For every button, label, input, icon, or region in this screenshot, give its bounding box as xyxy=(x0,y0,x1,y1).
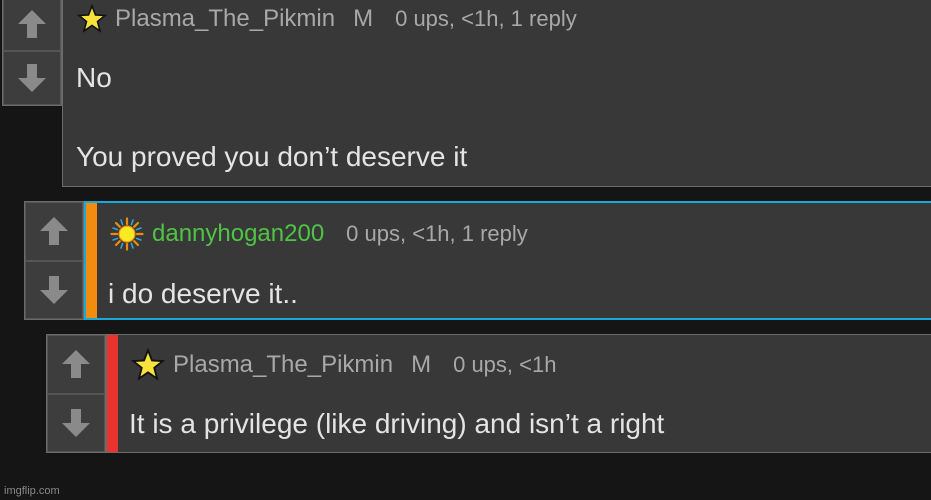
downvote-button[interactable] xyxy=(47,393,105,452)
username-link[interactable]: Plasma_The_Pikmin xyxy=(173,351,393,379)
vote-box xyxy=(46,334,106,453)
vote-box xyxy=(2,0,62,106)
comment-header: Plasma_The_Pikmin M 0 ups, <1h, 1 reply xyxy=(77,4,577,34)
comment-text: No xyxy=(76,62,112,93)
star-icon xyxy=(131,348,165,381)
arrow-up-icon xyxy=(18,10,46,38)
comment-stats: 0 ups, <1h, 1 reply xyxy=(346,221,528,246)
arrow-down-icon xyxy=(62,408,90,437)
comment-header: dannyhogan200 0 ups, <1h, 1 reply xyxy=(110,217,528,251)
sun-icon xyxy=(110,217,144,251)
comment-stats: 0 ups, <1h xyxy=(453,352,557,377)
username-link[interactable]: Plasma_The_Pikmin xyxy=(115,5,335,33)
arrow-down-icon xyxy=(18,64,46,92)
comment-highlighted: dannyhogan200 0 ups, <1h, 1 reply i do d… xyxy=(84,201,931,320)
mod-badge: M xyxy=(411,351,432,378)
downvote-button[interactable] xyxy=(3,51,61,105)
arrow-up-icon xyxy=(40,217,68,246)
mod-badge: M xyxy=(353,5,374,32)
thread-accent-bar xyxy=(86,203,97,318)
comment-text: i do deserve it.. xyxy=(108,278,298,309)
thread-accent-bar xyxy=(107,335,118,452)
upvote-button[interactable] xyxy=(47,335,105,394)
arrow-up-icon xyxy=(62,350,90,379)
watermark: imgflip.com xyxy=(4,485,60,497)
comment: Plasma_The_Pikmin M 0 ups, <1h It is a p… xyxy=(106,334,931,453)
comment-text: You proved you don’t deserve it xyxy=(76,141,468,172)
downvote-button[interactable] xyxy=(25,260,83,319)
arrow-down-icon xyxy=(40,275,68,304)
comment-stats: 0 ups, <1h, 1 reply xyxy=(395,6,577,31)
upvote-button[interactable] xyxy=(25,202,83,261)
star-icon xyxy=(77,4,107,33)
comment-header: Plasma_The_Pikmin M 0 ups, <1h xyxy=(131,348,556,382)
comment: Plasma_The_Pikmin M 0 ups, <1h, 1 reply … xyxy=(62,0,931,187)
comment-text: It is a privilege (like driving) and isn… xyxy=(129,408,665,439)
vote-box xyxy=(24,201,84,320)
upvote-button[interactable] xyxy=(3,0,61,51)
username-link[interactable]: dannyhogan200 xyxy=(152,220,324,248)
